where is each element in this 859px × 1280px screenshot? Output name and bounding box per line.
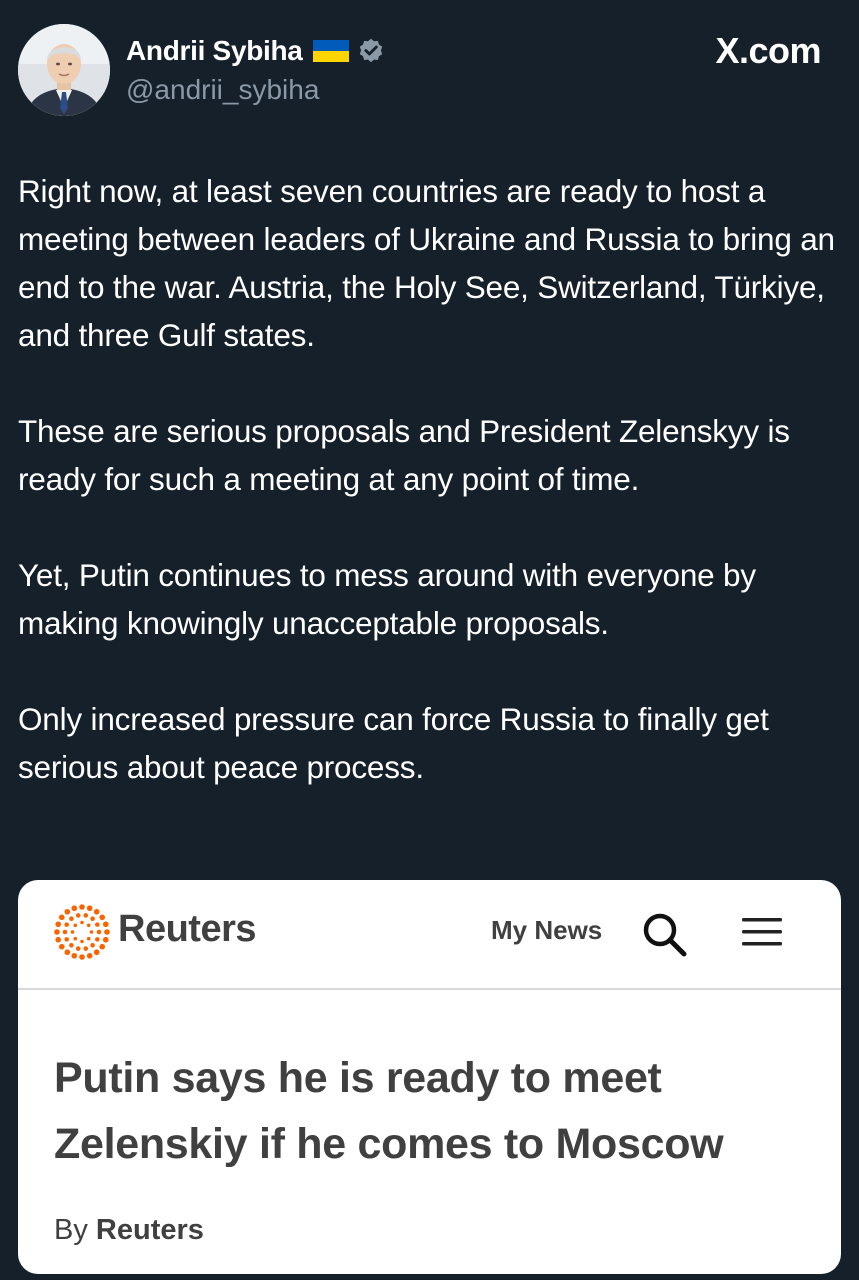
author-handle[interactable]: @andrii_sybiha xyxy=(126,74,319,106)
my-news-link[interactable]: My News xyxy=(491,915,602,946)
x-brand-logo: X.com xyxy=(715,30,821,71)
avatar[interactable] xyxy=(18,24,110,116)
embedded-article-card[interactable]: Reuters My News Putin says he is ready t… xyxy=(18,880,841,1274)
ukraine-flag-icon xyxy=(312,40,349,62)
search-icon[interactable] xyxy=(640,910,690,960)
hamburger-menu-icon[interactable] xyxy=(740,914,784,950)
tweet-paragraph: Yet, Putin continues to mess around with… xyxy=(18,557,756,641)
tweet-paragraph: Right now, at least seven countries are … xyxy=(18,173,835,353)
tweet-header: Andrii Sybiha @andrii_sybiha X.com xyxy=(0,0,859,130)
author-name-row: Andrii Sybiha xyxy=(126,33,385,69)
article-headline[interactable]: Putin says he is ready to meet Zelenskiy… xyxy=(54,1045,814,1177)
reuters-site-name[interactable]: Reuters xyxy=(118,908,257,951)
tweet-paragraph: Only increased pressure can force Russia… xyxy=(18,701,769,785)
author-name[interactable]: Andrii Sybiha xyxy=(126,35,303,67)
article-byline: By Reuters xyxy=(54,1214,204,1247)
byline-author[interactable]: Reuters xyxy=(96,1214,204,1246)
verified-badge-icon xyxy=(357,37,385,65)
tweet-paragraph: These are serious proposals and Presiden… xyxy=(18,413,790,497)
reuters-nav-bar: Reuters My News xyxy=(18,880,841,990)
tweet-text: Right now, at least seven countries are … xyxy=(18,167,843,791)
byline-prefix: By xyxy=(54,1214,88,1246)
reuters-logo-icon xyxy=(52,902,112,962)
